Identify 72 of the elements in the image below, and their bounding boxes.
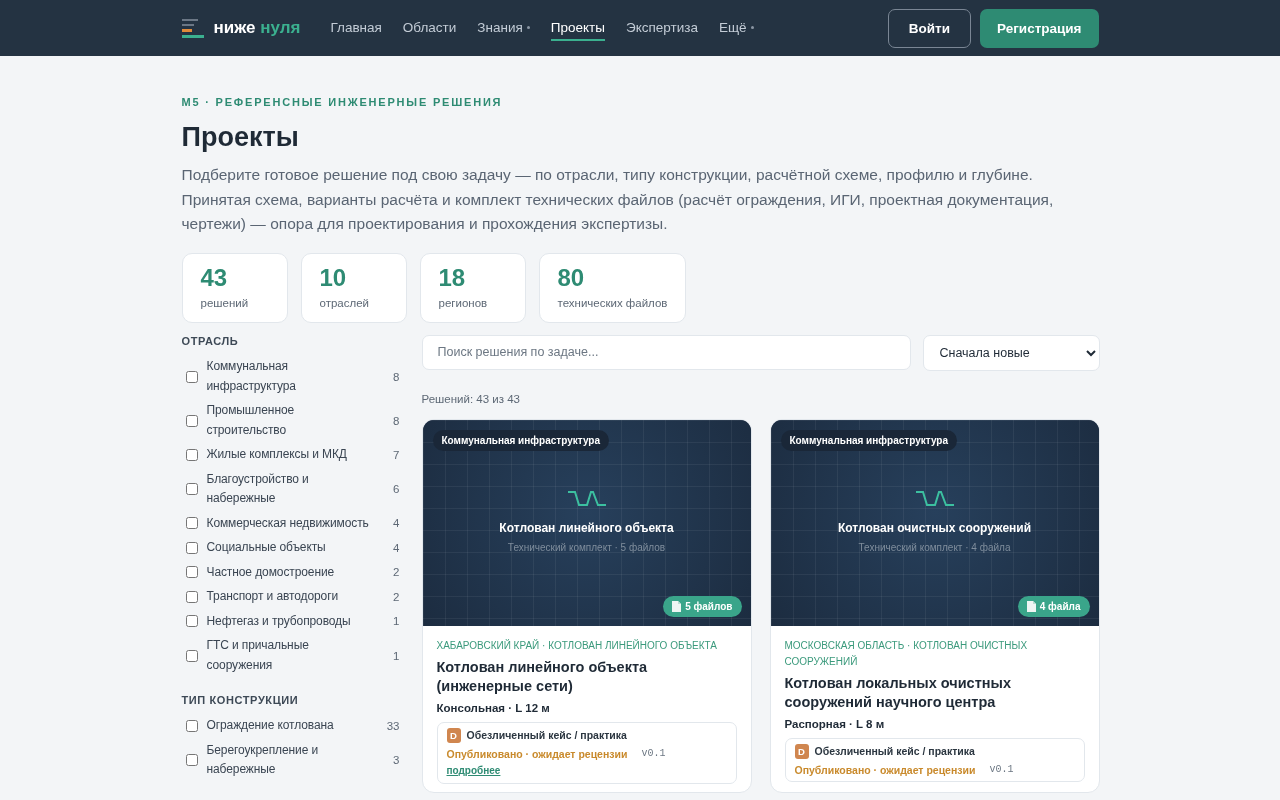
filter-label[interactable]: Берегоукрепление и набережные (206, 740, 377, 780)
filter-label[interactable]: Благоустройство и набережные (206, 469, 377, 509)
logo-text[interactable]: ниже нуля (213, 18, 301, 38)
page-title: Проекты (181, 122, 300, 153)
filter-count: 7 (392, 448, 400, 461)
filter-count: 2 (392, 566, 400, 579)
cover-title: Котлован очистных сооружений (837, 520, 1032, 535)
stat-label: регионов (438, 296, 489, 309)
details-link[interactable]: подробнее (446, 764, 501, 776)
source-label: Обезличенный кейс / практика (466, 729, 627, 741)
filter-label[interactable]: Коммерческая недвижимость (206, 513, 377, 533)
filter-label[interactable]: Промышленное строительство (206, 401, 377, 440)
source-badge: D (446, 727, 461, 743)
card-meta: МОСКОВСКАЯ ОБЛАСТЬ · КОТЛОВАН ОЧИСТНЫХ СООРУЖЕНИЙ (784, 638, 1029, 669)
version-text: v0.1 (989, 764, 1014, 775)
filter-count: 2 (392, 590, 400, 603)
nav-link[interactable]: Знания (477, 15, 530, 41)
section-eyebrow: M5 · РЕФЕРЕНСНЫЕ ИНЖЕНЕРНЫЕ РЕШЕНИЯ (181, 96, 504, 108)
stat-value: 80 (557, 263, 586, 292)
status-text: Опубликовано · ожидает рецензии (446, 747, 628, 760)
nav-link[interactable]: Ещё (718, 15, 754, 41)
files-count: 4 файла (1039, 600, 1081, 612)
filter-label[interactable]: Транспорт и автодороги (206, 587, 377, 607)
stat-value: 43 (200, 263, 229, 292)
filter-count: 3 (392, 754, 400, 766)
nav-link[interactable]: Области (402, 15, 457, 41)
login-button[interactable]: Войти (887, 8, 972, 48)
source-label: Обезличенный кейс / практика (814, 745, 975, 757)
nav-link[interactable]: Экспертиза (625, 15, 698, 41)
filter-label[interactable]: Ограждение котлована (206, 716, 377, 736)
card-spec: Распорная · L 8 м (784, 717, 886, 730)
filter-count: 1 (392, 649, 400, 662)
version-text: v0.1 (641, 748, 666, 759)
card-meta: ХАБАРОВСКИЙ КРАЙ · КОТЛОВАН ЛИНЕЙНОГО ОБЪЕКТА (436, 638, 719, 653)
filter-count: 8 (392, 414, 400, 427)
filter-heading: ОТРАСЛЬ (181, 334, 240, 347)
filter-count: 4 (392, 517, 400, 530)
stat-label: отраслей (319, 296, 370, 309)
filter-label[interactable]: Социальные объекты (206, 538, 377, 558)
filter-label[interactable]: Нефтегаз и трубопроводы (206, 611, 377, 631)
source-badge: D (794, 743, 809, 759)
result-count: Решений: 43 из 43 (421, 392, 520, 405)
cover-subtitle: Технический комплект · 4 файла (858, 541, 1011, 553)
register-button[interactable]: Регистрация (980, 8, 1099, 48)
card-title[interactable]: Котлован локальных очистных сооружений научного центра (784, 673, 1085, 712)
card-title[interactable]: Котлован линейного объекта (инженерные сети) (436, 657, 737, 696)
sort-select[interactable]: Сначала новые (922, 334, 1100, 371)
status-text: Опубликовано · ожидает рецензии (794, 763, 976, 776)
nav-link[interactable]: Главная (330, 15, 382, 41)
filter-count: 6 (392, 483, 400, 495)
stat-label: технических файлов (557, 296, 668, 309)
filter-count: 33 (385, 719, 400, 732)
filter-heading: ТИП КОНСТРУКЦИИ (181, 693, 300, 706)
filter-label[interactable]: ГТС и причальные сооружения (206, 636, 377, 675)
category-tag: Коммунальная инфраструктура (780, 429, 957, 451)
filter-label[interactable]: Жилые комплексы и МКД (206, 445, 377, 465)
filter-count: 1 (392, 615, 400, 628)
cover-subtitle: Технический комплект · 5 файлов (507, 541, 666, 553)
filter-label[interactable]: Коммунальная инфраструктура (206, 357, 377, 396)
search-field[interactable]: Поиск решения по задаче... (421, 334, 911, 370)
filter-count: 4 (392, 541, 400, 554)
filter-label[interactable]: Частное домостроение (206, 562, 377, 582)
filter-count: 8 (392, 370, 400, 383)
stat-label: решений (200, 296, 250, 309)
files-count: 5 файлов (685, 600, 733, 612)
intro-text: Подберите готовое решение под свою задачу — по отрасли, типу конструкции, расчётной схеме, профилю и глубине. Принятая схема, варианты расчёта и комплект технических файлов (расчёт ограждения, ИГИ, проектная документация, чертежи) — опора для проектирования и прохождения экспертизы. (181, 165, 1055, 234)
stat-value: 18 (438, 263, 467, 292)
card-spec: Консольная · L 12 м (436, 701, 551, 714)
stat-value: 10 (319, 263, 348, 292)
category-tag: Коммунальная инфраструктура (432, 429, 609, 451)
cover-title: Котлован линейного объекта (499, 520, 674, 535)
nav-link[interactable]: Проекты (550, 15, 605, 41)
